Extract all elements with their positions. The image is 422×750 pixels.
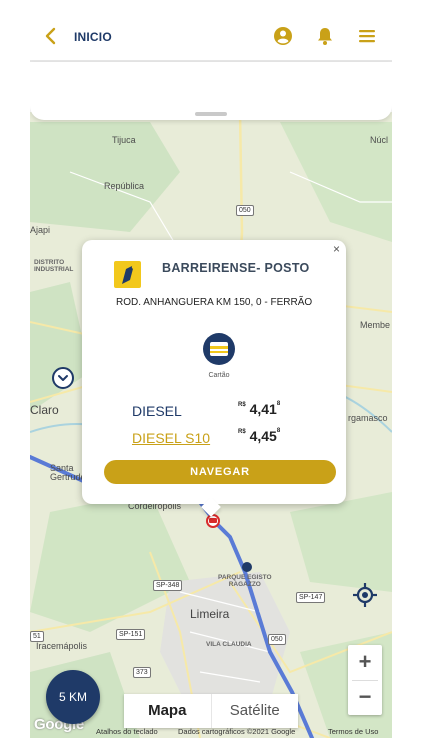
road-shield: SP-151: [116, 629, 146, 640]
station-logo-icon: [114, 261, 141, 288]
map-label: Tijuca: [112, 135, 136, 145]
station-address: ROD. ANHANGUERA KM 150, 0 - FERRÃO: [116, 297, 313, 308]
fuel-name: DIESEL: [132, 403, 182, 419]
fuel-price: R$ 4,418: [238, 401, 281, 417]
chevron-left-icon[interactable]: [44, 27, 58, 45]
close-icon[interactable]: ×: [333, 242, 340, 256]
collapse-button[interactable]: [52, 367, 74, 389]
station-name: BARREIRENSE- POSTO: [162, 261, 310, 275]
terms-link[interactable]: Termos de Uso: [328, 727, 378, 736]
map-label: Santa Gertrude: [50, 463, 86, 482]
map-type-satellite[interactable]: Satélite: [210, 694, 299, 728]
map-label: Núcl: [370, 135, 389, 145]
map-label: rgamasco: [348, 413, 388, 423]
station-info-card: × BARREIRENSE- POSTO ROD. ANHANGUERA KM …: [82, 240, 346, 517]
road-shield: SP-147: [296, 592, 326, 603]
radius-button[interactable]: 5 KM: [46, 670, 100, 724]
map-label: DISTRITO INDUSTRIAL: [34, 259, 74, 273]
map-label: República: [104, 181, 145, 191]
map-label: VILA CLAUDIA: [206, 641, 252, 648]
drag-handle[interactable]: [195, 112, 227, 116]
map-data-text: Dados cartográficos ©2021 Google: [178, 727, 296, 736]
crosshair-icon[interactable]: [350, 580, 380, 610]
map-label: Claro: [30, 403, 59, 417]
page-title[interactable]: INICIO: [74, 30, 112, 44]
top-app-bar: INICIO: [30, 0, 392, 62]
bell-icon[interactable]: [315, 26, 335, 46]
user-circle-icon[interactable]: [273, 26, 293, 46]
map-label: Iracemápolis: [36, 641, 88, 651]
road-shield: 373: [133, 667, 151, 678]
keyboard-shortcuts-link[interactable]: Atalhos do teclado: [96, 727, 158, 736]
payment-method-label: Cartão: [208, 372, 230, 379]
navigate-button[interactable]: NAVEGAR: [104, 460, 336, 484]
map-label: Ajapi: [30, 225, 51, 235]
zoom-out-button[interactable]: −: [348, 680, 382, 715]
hamburger-icon[interactable]: [357, 26, 377, 46]
fuel-name[interactable]: DIESEL S10: [132, 430, 210, 446]
map-label: PARQUE EGISTO RAGAZZO: [218, 574, 272, 588]
zoom-control: + −: [348, 645, 382, 715]
map-attribution: Atalhos do teclado Dados cartográficos ©…: [30, 726, 392, 738]
map-type-toggle: Mapa Satélite: [124, 694, 298, 728]
map-label: Membe: [360, 320, 391, 330]
credit-card-icon: [203, 333, 235, 365]
road-shield: 050: [236, 205, 254, 216]
fuel-price: R$ 4,458: [238, 428, 281, 444]
map-type-map[interactable]: Mapa: [124, 694, 211, 728]
app-screen: INICIO Tijuca República Núcl Ajapi DISTR…: [30, 0, 392, 750]
filter-panel[interactable]: [30, 62, 392, 120]
chevron-down-icon: [58, 375, 68, 381]
map-label: Limeira: [190, 607, 230, 621]
zoom-in-button[interactable]: +: [348, 645, 382, 680]
road-shield: SP-348: [153, 580, 183, 591]
road-shield: 51: [30, 631, 44, 642]
road-shield: 050: [268, 634, 286, 645]
divider: [352, 680, 378, 681]
